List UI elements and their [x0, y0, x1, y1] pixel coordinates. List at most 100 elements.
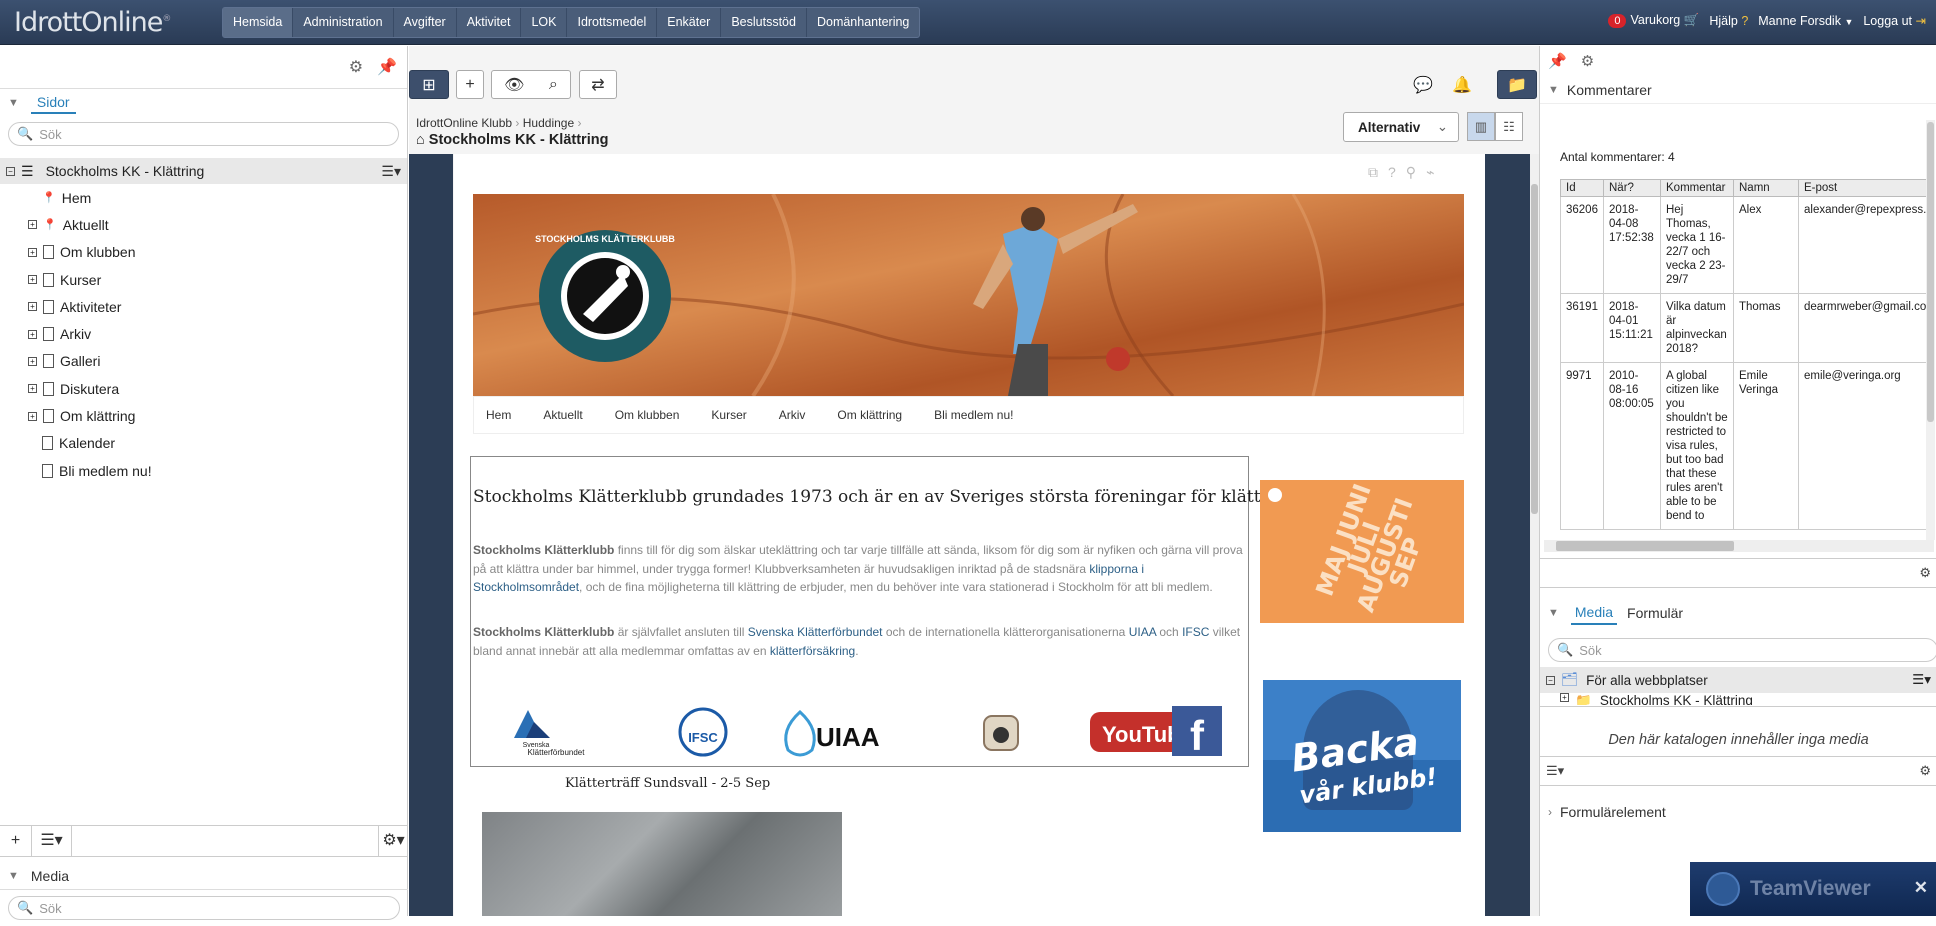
- facebook-logo[interactable]: f: [1172, 706, 1222, 759]
- instagram-logo[interactable]: [984, 716, 1018, 750]
- site-nav-kurser[interactable]: Kurser: [711, 408, 746, 422]
- tree-item-diskutera[interactable]: +Diskutera: [28, 375, 407, 402]
- comments-vscroll[interactable]: [1926, 120, 1935, 540]
- folder-club[interactable]: + 📁 Stockholms KK - Klättring: [1540, 693, 1936, 705]
- nav-beslutsstod[interactable]: Beslutsstöd: [721, 8, 807, 37]
- scrollbar-thumb[interactable]: [1927, 122, 1934, 422]
- backa-var-klubb-ad[interactable]: Backa vår klubb!: [1263, 680, 1461, 832]
- column-header[interactable]: Namn: [1734, 180, 1799, 197]
- scrollbar-thumb[interactable]: [1556, 541, 1734, 551]
- nav-idrottsmedel[interactable]: Idrottsmedel: [567, 8, 657, 37]
- media-search-input[interactable]: 🔍Sök: [1548, 638, 1936, 662]
- user-menu[interactable]: Manne Forsdik ▼: [1758, 14, 1853, 28]
- menu-icon[interactable]: ☰▾: [381, 163, 401, 180]
- list-menu-button[interactable]: ☰▾: [32, 826, 72, 856]
- table-row[interactable]: 36206 2018-04-08 17:52:38 Hej Thomas, ve…: [1561, 197, 1936, 294]
- column-header[interactable]: När?: [1604, 180, 1661, 197]
- expand-icon[interactable]: +: [28, 275, 37, 284]
- close-icon[interactable]: ✕: [1914, 878, 1928, 898]
- ifsc-logo[interactable]: IFSC: [680, 709, 726, 755]
- cart-link[interactable]: 0Varukorg 🛒: [1608, 13, 1699, 28]
- news-image[interactable]: [482, 812, 842, 916]
- expand-icon[interactable]: +: [28, 412, 37, 421]
- menu-icon[interactable]: ☰▾: [1912, 672, 1931, 688]
- tab-formular[interactable]: Formulär: [1627, 605, 1683, 621]
- expand-icon[interactable]: +: [28, 302, 37, 311]
- compare-button[interactable]: ⇄: [579, 70, 617, 99]
- site-nav-om-klattring[interactable]: Om klättring: [837, 408, 902, 422]
- expand-icon[interactable]: +: [28, 330, 37, 339]
- bell-icon[interactable]: 🔔: [1452, 70, 1472, 99]
- left-media-header[interactable]: ▼Media: [0, 862, 408, 890]
- search-icon[interactable]: ⚲: [1406, 164, 1416, 181]
- settings-menu-button[interactable]: ⚙▾: [378, 826, 408, 856]
- folder-button[interactable]: 📁: [1497, 70, 1537, 99]
- tree-item-bli-medlem[interactable]: Bli medlem nu!: [28, 457, 407, 484]
- add-button[interactable]: +: [456, 70, 484, 99]
- nav-domanhantering[interactable]: Domänhantering: [807, 8, 919, 37]
- folder-all-sites[interactable]: − 🗂 För alla webbplatser ☰▾: [1540, 667, 1936, 693]
- gear-icon[interactable]: ⚙: [1919, 763, 1931, 779]
- tree-item-aktiviteter[interactable]: +Aktiviteter: [28, 293, 407, 320]
- tree-item-galleri[interactable]: +Galleri: [28, 348, 407, 375]
- breadcrumb-item[interactable]: Huddinge: [523, 116, 574, 130]
- comments-hscroll[interactable]: [1544, 540, 1934, 552]
- expand-icon[interactable]: +: [28, 248, 37, 257]
- form-elements-header[interactable]: › Formulärelement: [1540, 798, 1936, 826]
- site-nav-hem[interactable]: Hem: [486, 408, 511, 422]
- table-row[interactable]: 9971 2010-08-16 08:00:05 A global citize…: [1561, 363, 1936, 530]
- column-header[interactable]: Kommentar: [1661, 180, 1734, 197]
- nav-hemsida[interactable]: Hemsida: [223, 8, 293, 37]
- table-row[interactable]: 36191 2018-04-01 15:11:21 Vilka datum är…: [1561, 294, 1936, 363]
- svenska-klatterforbundet-logo[interactable]: Svenska Klätterförbundet: [514, 710, 585, 757]
- help-icon[interactable]: ?: [1388, 164, 1396, 181]
- uiaa-link[interactable]: UIAA: [1129, 625, 1156, 639]
- rss-icon[interactable]: ⌁: [1426, 164, 1434, 181]
- uiaa-logo[interactable]: UIAA: [786, 712, 880, 755]
- site-nav-arkiv[interactable]: Arkiv: [779, 408, 806, 422]
- tree-item-hem[interactable]: 📍Hem: [28, 184, 407, 211]
- breadcrumb-item[interactable]: IdrottOnline Klubb: [416, 116, 512, 130]
- tree-item-om-klattring[interactable]: +Om klättring: [28, 402, 407, 429]
- tab-media[interactable]: Media: [1571, 601, 1617, 625]
- svenska-klatterforbundet-link[interactable]: Svenska Klätterförbundet: [748, 625, 883, 639]
- logout-link[interactable]: Logga ut ⇥: [1863, 13, 1926, 28]
- help-link[interactable]: Hjälp ?: [1709, 14, 1748, 28]
- news-caption[interactable]: Klätterträff Sundsvall - 2-5 Sep: [565, 776, 770, 791]
- tree-item-arkiv[interactable]: +Arkiv: [28, 320, 407, 347]
- pages-search-input[interactable]: 🔍 Sök: [8, 122, 399, 146]
- scrollbar-thumb[interactable]: [1531, 184, 1538, 514]
- nav-avgifter[interactable]: Avgifter: [394, 8, 457, 37]
- pages-section-header[interactable]: ▼ Sidor: [0, 88, 407, 116]
- gear-icon[interactable]: ⚙: [349, 57, 363, 77]
- list-menu-button[interactable]: ☰▾: [1546, 763, 1564, 779]
- site-nav-bli-medlem[interactable]: Bli medlem nu!: [934, 408, 1013, 422]
- eye-icon[interactable]: 👁: [504, 75, 524, 95]
- tree-item-kalender[interactable]: Kalender: [28, 430, 407, 457]
- expand-icon[interactable]: +: [28, 220, 37, 229]
- tree-view-button[interactable]: ⊞: [409, 70, 449, 99]
- teamviewer-panel[interactable]: TeamViewer ✕: [1690, 862, 1936, 916]
- gear-icon[interactable]: ⚙: [1581, 52, 1594, 70]
- tree-item-kurser[interactable]: +Kurser: [28, 266, 407, 293]
- ifsc-link[interactable]: IFSC: [1182, 625, 1209, 639]
- pages-tab[interactable]: Sidor: [31, 92, 76, 114]
- collapse-icon[interactable]: −: [6, 167, 15, 176]
- comment-icon[interactable]: 💬: [1413, 70, 1433, 99]
- comments-section-header[interactable]: ▼ Kommentarer: [1540, 76, 1936, 104]
- list-view-button[interactable]: ☷: [1495, 112, 1523, 141]
- klatterforsakring-link[interactable]: klätterförsäkring: [770, 644, 855, 658]
- collapse-icon[interactable]: −: [1546, 676, 1555, 685]
- column-header[interactable]: Id: [1561, 180, 1604, 197]
- expand-icon[interactable]: +: [1560, 693, 1569, 702]
- nav-enkater[interactable]: Enkäter: [657, 8, 721, 37]
- gear-icon[interactable]: ⚙: [1919, 565, 1931, 581]
- calendar-ad[interactable]: MAJ JUNI JULI AUGUSTI SEP: [1260, 480, 1464, 623]
- column-header[interactable]: E-post: [1799, 180, 1936, 197]
- tree-root[interactable]: − ☰ Stockholms KK - Klättring ☰▾: [0, 158, 407, 184]
- expand-icon[interactable]: +: [28, 357, 37, 366]
- add-page-button[interactable]: +: [0, 826, 32, 856]
- split-view-button[interactable]: ▥: [1467, 112, 1495, 141]
- alternativ-dropdown[interactable]: Alternativ⌄: [1343, 112, 1459, 142]
- site-nav-aktuellt[interactable]: Aktuellt: [543, 408, 582, 422]
